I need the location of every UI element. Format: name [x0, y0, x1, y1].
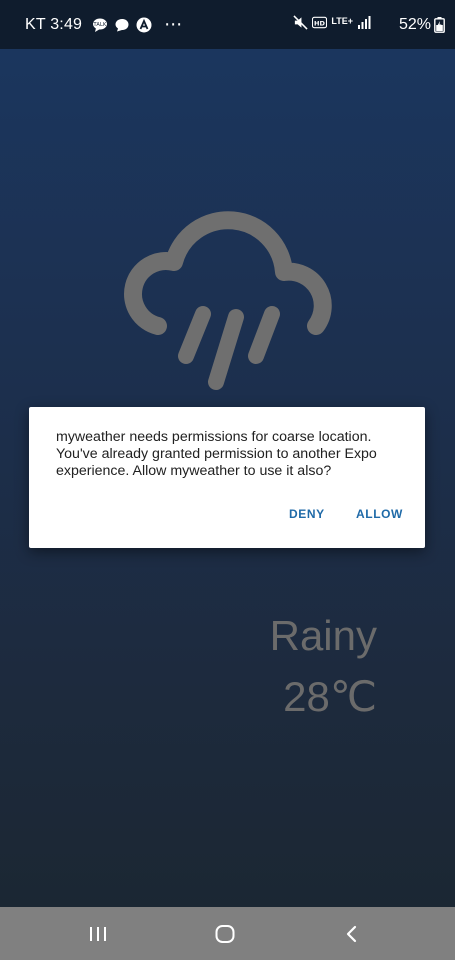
- battery-percent: 52%: [398, 16, 431, 33]
- hd-icon: HD: [312, 15, 328, 35]
- rain-cloud-icon: [124, 210, 334, 400]
- arrow-a-icon: [136, 17, 152, 33]
- mute-icon: [293, 14, 308, 35]
- more-icon: ⋯: [164, 14, 183, 34]
- recent-apps-icon[interactable]: [85, 921, 111, 947]
- status-left: KT 3:49 TALK ⋯: [25, 0, 182, 49]
- chat-bubble-icon: TALK: [92, 17, 108, 33]
- status-time: KT 3:49: [25, 15, 83, 33]
- svg-text:TALK: TALK: [93, 22, 107, 28]
- lte-icon: LTE+: [331, 15, 353, 26]
- allow-button[interactable]: ALLOW: [356, 507, 403, 521]
- battery-icon: [434, 17, 445, 38]
- back-icon[interactable]: [339, 921, 365, 947]
- message-icon: [114, 17, 130, 33]
- navigation-bar: [0, 907, 455, 960]
- dialog-message: myweather needs permissions for coarse l…: [56, 429, 377, 479]
- weather-condition: Rainy: [269, 612, 377, 659]
- deny-button[interactable]: DENY: [289, 507, 325, 521]
- svg-text:HD: HD: [314, 19, 325, 27]
- permission-dialog: myweather needs permissions for coarse l…: [29, 407, 425, 548]
- status-right: HD LTE+: [293, 0, 371, 49]
- signal-icon: [357, 15, 371, 34]
- weather-temperature: 28℃: [283, 673, 377, 720]
- status-bar: KT 3:49 TALK ⋯ HD LTE+ 52%: [0, 0, 455, 49]
- home-icon[interactable]: [212, 921, 238, 947]
